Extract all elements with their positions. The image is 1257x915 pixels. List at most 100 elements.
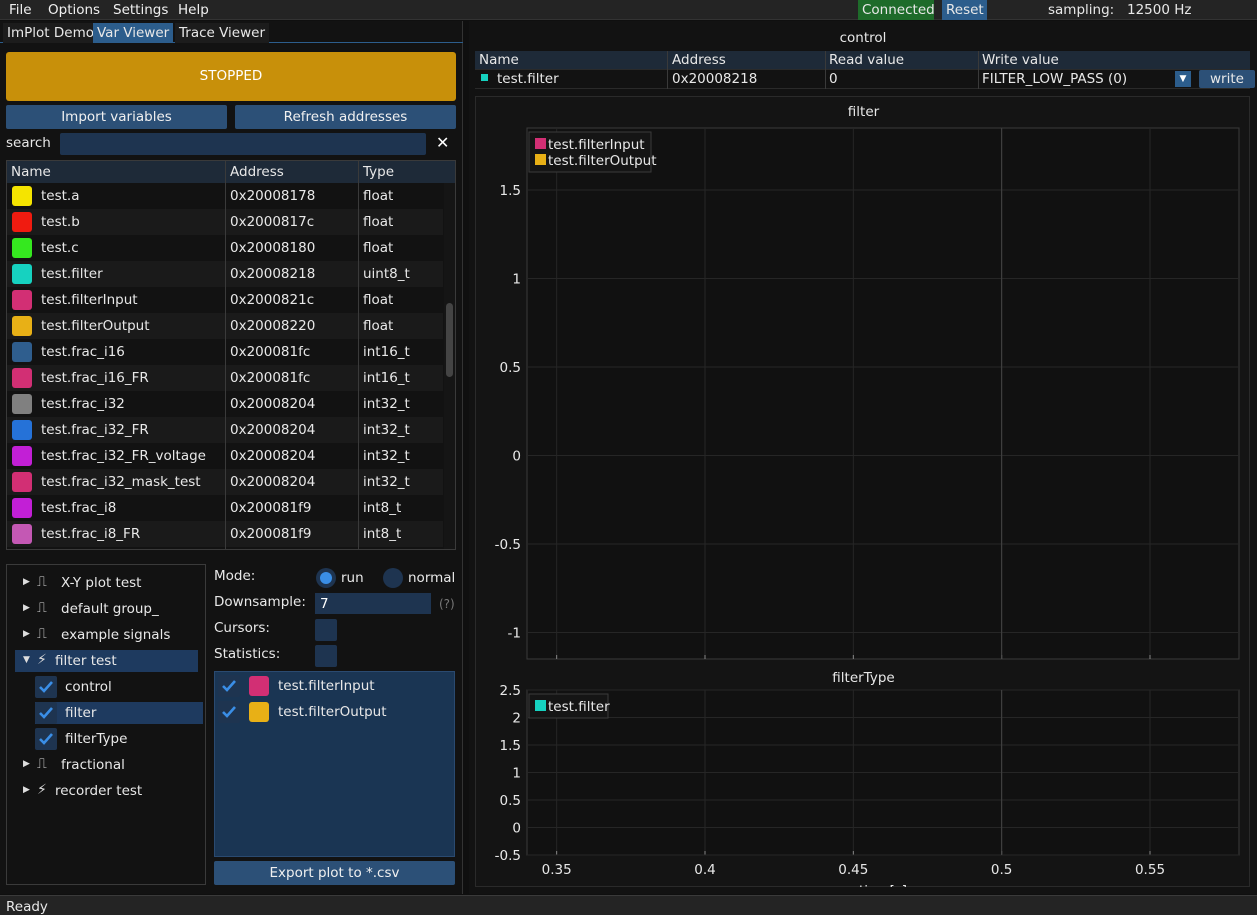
export-csv-button[interactable]: Export plot to *.csv <box>214 861 455 885</box>
plot-variable-item[interactable]: test.filterOutput <box>215 699 454 725</box>
tree-item-xy-plot-test[interactable]: ▶ ⎍ X-Y plot test <box>7 572 205 594</box>
color-swatch[interactable] <box>12 342 32 362</box>
y-tick-label: 1.5 <box>500 183 521 199</box>
color-swatch[interactable] <box>12 394 32 414</box>
scrollbar-thumb[interactable] <box>446 303 453 377</box>
statistics-checkbox[interactable] <box>315 645 337 667</box>
control-table: Name Address Read value Write value test… <box>475 51 1255 89</box>
color-swatch[interactable] <box>12 524 32 544</box>
checkbox-checked[interactable] <box>218 675 240 697</box>
downsample-input[interactable] <box>315 593 431 614</box>
color-swatch[interactable] <box>12 238 32 258</box>
legend-label: test.filter <box>548 699 610 715</box>
variable-name: test.frac_i32_FR_voltage <box>41 448 206 464</box>
menu-file[interactable]: File <box>9 2 32 18</box>
search-label: search <box>6 135 51 151</box>
plot-variable-item[interactable]: test.filterInput <box>215 673 454 699</box>
tree-item-control[interactable]: control <box>35 676 201 698</box>
search-input[interactable] <box>60 133 426 155</box>
variable-address: 0x20008204 <box>230 422 316 438</box>
cursors-checkbox[interactable] <box>315 619 337 641</box>
color-swatch[interactable] <box>12 316 32 336</box>
tree-item-filter-test[interactable]: ▼ ⚡ filter test <box>15 650 198 672</box>
y-tick-label: 1 <box>512 766 521 782</box>
run-state-button[interactable]: STOPPED <box>6 52 456 101</box>
menu-help[interactable]: Help <box>178 2 209 18</box>
menu-settings[interactable]: Settings <box>113 2 168 18</box>
checkbox-checked[interactable] <box>35 676 57 698</box>
reset-button[interactable]: Reset <box>942 0 987 20</box>
color-swatch[interactable] <box>249 676 269 696</box>
variable-name: test.frac_i8_FR <box>41 526 141 542</box>
expand-arrow-icon[interactable]: ▶ <box>23 629 30 639</box>
y-tick-label: -0.5 <box>495 848 521 864</box>
tree-item-filter[interactable]: filter <box>35 702 203 724</box>
bolt-icon: ⚡ <box>37 652 47 668</box>
variable-name: test.frac_i32_mask_test <box>41 474 201 490</box>
filter-plot[interactable]: 1.5 1 0.5 0 -0.5 -1 test.filterInputtest.filte… <box>476 97 1251 667</box>
variable-name: test.a <box>41 188 80 204</box>
variable-type: float <box>363 188 394 204</box>
right-panel: control Name Address Read value Write va… <box>469 21 1257 894</box>
tree-item-fractional[interactable]: ▶ ⎍ fractional <box>7 754 205 776</box>
color-swatch[interactable] <box>12 368 32 388</box>
expand-arrow-icon[interactable]: ▶ <box>23 759 30 769</box>
write-value-dropdown[interactable]: FILTER_LOW_PASS (0) <box>982 71 1127 87</box>
color-swatch[interactable] <box>249 702 269 722</box>
tab-trace-viewer[interactable]: Trace Viewer <box>175 23 269 43</box>
filtertype-plot[interactable]: 2.5 2 1.5 1 0.5 0 -0.5 0.35 0.4 0.45 0.5 0.55 time[s… <box>476 677 1251 887</box>
tree-item-filtertype[interactable]: filterType <box>35 728 201 750</box>
checkbox-checked[interactable] <box>218 701 240 723</box>
checkbox-checked[interactable] <box>35 702 57 724</box>
variable-table-header: Name Address Type <box>7 161 455 183</box>
variable-address: 0x20008204 <box>230 474 316 490</box>
color-swatch[interactable] <box>12 446 32 466</box>
color-swatch[interactable] <box>12 420 32 440</box>
expand-arrow-icon[interactable]: ▶ <box>23 603 30 613</box>
tree-item-label: fractional <box>61 757 125 773</box>
tab-var-viewer[interactable]: Var Viewer <box>93 23 174 43</box>
color-swatch[interactable] <box>12 264 32 284</box>
color-swatch[interactable] <box>12 186 32 206</box>
connected-badge[interactable]: Connected <box>858 0 935 20</box>
tree-item-label: filter <box>65 705 97 721</box>
tree-item-label: filter test <box>55 653 117 669</box>
menu-options[interactable]: Options <box>48 2 100 18</box>
column-write-value-header: Write value <box>982 52 1059 68</box>
column-address-header[interactable]: Address <box>230 164 284 180</box>
mode-normal-radio[interactable] <box>383 568 403 588</box>
variable-type: float <box>363 214 394 230</box>
checkbox-checked[interactable] <box>35 728 57 750</box>
import-variables-button[interactable]: Import variables <box>6 105 227 129</box>
dropdown-arrow-icon[interactable]: ▼ <box>1175 71 1191 87</box>
tab-implot-demo[interactable]: ImPlot Demo <box>3 23 98 43</box>
tree-item-recorder-test[interactable]: ▶ ⚡ recorder test <box>7 780 205 802</box>
column-name-header[interactable]: Name <box>11 164 51 180</box>
color-swatch[interactable] <box>12 212 32 232</box>
color-swatch[interactable] <box>12 498 32 518</box>
tree-item-example-signals[interactable]: ▶ ⎍ example signals <box>7 624 205 646</box>
refresh-addresses-button[interactable]: Refresh addresses <box>235 105 456 129</box>
variable-address: 0x200081f9 <box>230 500 312 516</box>
column-type-header[interactable]: Type <box>363 164 394 180</box>
legend-label: test.filterInput <box>548 137 645 153</box>
column-read-value-header: Read value <box>829 52 905 68</box>
variable-type: float <box>363 292 394 308</box>
expand-arrow-icon[interactable]: ▶ <box>23 577 30 587</box>
column-divider <box>225 161 226 549</box>
write-button[interactable]: write <box>1199 70 1255 88</box>
clear-search-icon[interactable]: ✕ <box>436 133 449 152</box>
column-address-header: Address <box>672 52 726 68</box>
variable-name: test.filterInput <box>41 292 138 308</box>
help-icon[interactable]: (?) <box>439 597 455 611</box>
color-swatch[interactable] <box>12 290 32 310</box>
column-divider <box>978 51 979 89</box>
expand-arrow-icon[interactable]: ▶ <box>23 785 30 795</box>
variable-address: 0x20008220 <box>230 318 316 334</box>
collapse-arrow-icon[interactable]: ▼ <box>23 655 30 665</box>
color-swatch[interactable] <box>12 472 32 492</box>
variable-table-scrollbar[interactable] <box>444 183 455 549</box>
tree-item-default-group[interactable]: ▶ ⎍ default group_ <box>7 598 205 620</box>
variable-address: 0x20008218 <box>230 266 316 282</box>
mode-run-radio[interactable] <box>316 568 336 588</box>
